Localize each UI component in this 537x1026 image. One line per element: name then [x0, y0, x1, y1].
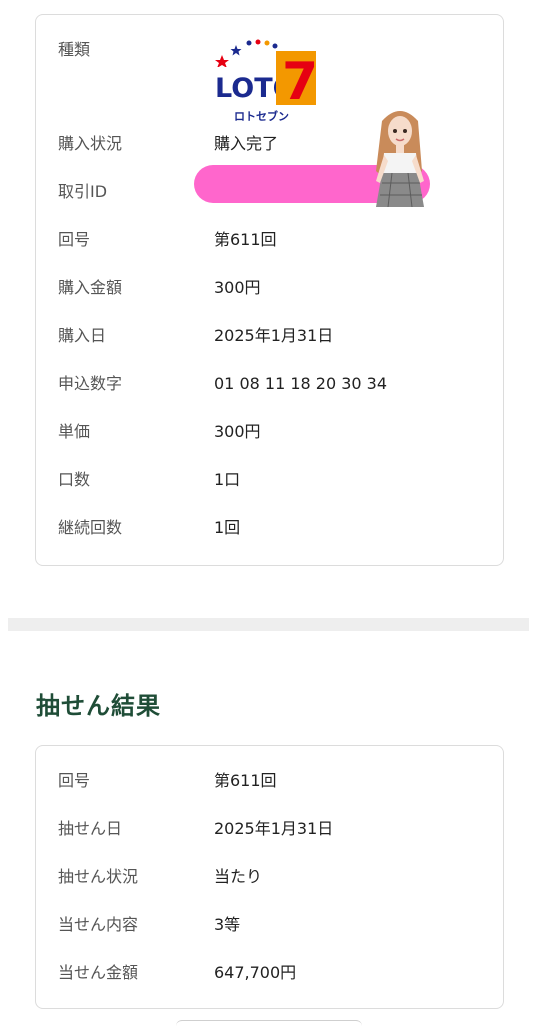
- purchase-status-label: 購入状況: [58, 134, 123, 153]
- purchase-details-card: 種類 LOTO 7 ロトセブン 購入状況 購入完了 取引ID 回号 第611回 …: [35, 14, 504, 566]
- row-prize-amount: 当せん金額 647,700円: [36, 958, 503, 988]
- row-continuation-count: 継続回数 1回: [36, 513, 503, 543]
- continuation-count-label: 継続回数: [58, 518, 123, 537]
- result-draw-number-label: 回号: [58, 771, 91, 790]
- draw-number-value: 第611回: [214, 230, 277, 249]
- section-divider: [8, 618, 529, 631]
- continuation-count-value: 1回: [214, 518, 241, 537]
- draw-number-label: 回号: [58, 230, 91, 249]
- purchase-amount-label: 購入金額: [58, 278, 123, 297]
- transaction-id-label: 取引ID: [58, 182, 108, 201]
- row-purchase-amount: 購入金額 300円: [36, 273, 503, 303]
- unit-price-label: 単価: [58, 422, 91, 441]
- units-value: 1口: [214, 470, 241, 489]
- purchase-status-value: 購入完了: [214, 134, 279, 153]
- row-prize-tier: 当せん内容 3等: [36, 910, 503, 940]
- prize-amount-value: 647,700円: [214, 963, 297, 982]
- draw-result-card: 回号 第611回 抽せん日 2025年1月31日 抽せん状況 当たり 当せん内容…: [35, 745, 504, 1009]
- row-draw-number: 回号 第611回: [36, 225, 503, 255]
- result-draw-number-value: 第611回: [214, 771, 277, 790]
- loto7-logo: LOTO 7 ロトセブン: [212, 37, 322, 127]
- avatar-sticker: [368, 101, 432, 208]
- row-draw-status: 抽せん状況 当たり: [36, 862, 503, 892]
- units-label: 口数: [58, 470, 91, 489]
- row-selected-numbers: 申込数字 01 08 11 18 20 30 34: [36, 369, 503, 399]
- purchase-date-label: 購入日: [58, 326, 107, 345]
- selected-numbers-value: 01 08 11 18 20 30 34: [214, 374, 388, 393]
- type-label: 種類: [58, 40, 91, 59]
- unit-price-value: 300円: [214, 422, 261, 441]
- logo-text-sub: ロトセブン: [234, 109, 289, 123]
- prize-amount-label: 当せん金額: [58, 963, 139, 982]
- bottom-button-edge[interactable]: [176, 1020, 362, 1026]
- row-result-draw-number: 回号 第611回: [36, 766, 503, 796]
- selected-numbers-label: 申込数字: [58, 374, 123, 393]
- row-draw-date: 抽せん日 2025年1月31日: [36, 814, 503, 844]
- draw-result-title: 抽せん結果: [36, 692, 161, 720]
- row-purchase-date: 購入日 2025年1月31日: [36, 321, 503, 351]
- row-units: 口数 1口: [36, 465, 503, 495]
- draw-date-label: 抽せん日: [58, 819, 123, 838]
- row-unit-price: 単価 300円: [36, 417, 503, 447]
- purchase-amount-value: 300円: [214, 278, 261, 297]
- logo-text-seven: 7: [282, 52, 318, 112]
- prize-tier-value: 3等: [214, 915, 241, 934]
- row-purchase-status: 購入状況 購入完了: [36, 129, 503, 159]
- draw-status-label: 抽せん状況: [58, 867, 139, 886]
- draw-status-value: 当たり: [214, 867, 263, 886]
- prize-tier-label: 当せん内容: [58, 915, 139, 934]
- draw-date-value: 2025年1月31日: [214, 819, 334, 838]
- purchase-date-value: 2025年1月31日: [214, 326, 334, 345]
